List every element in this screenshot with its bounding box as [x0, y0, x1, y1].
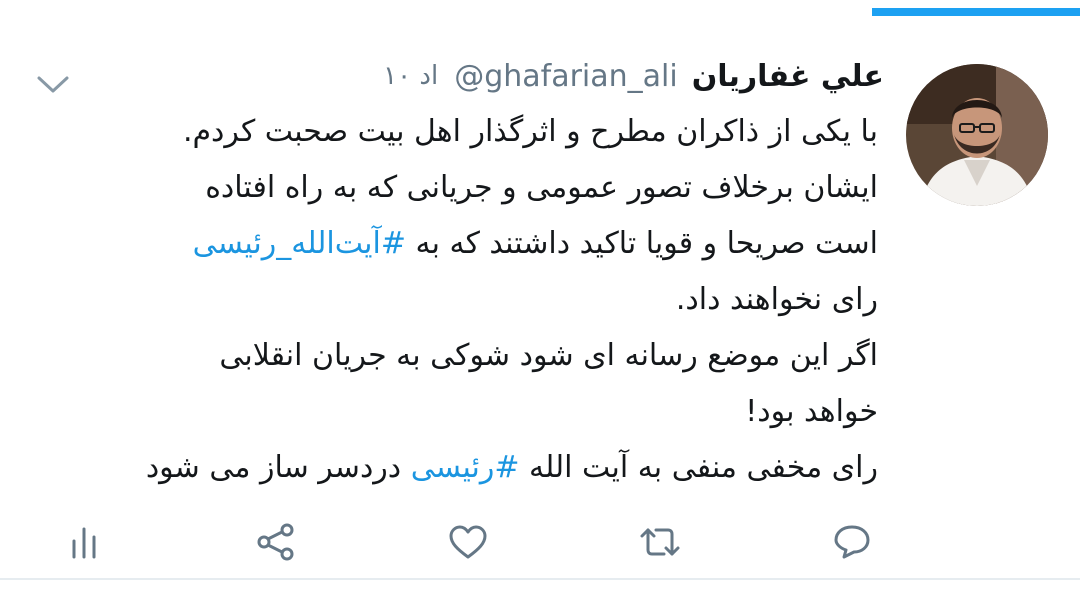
retweet-icon [640, 528, 680, 556]
hashtag-link[interactable]: #آیت‌الله_رئیسی [193, 226, 406, 261]
tweet-text-line: رای مخفی منفی به آیت الله #رئیسی دردسر س… [38, 440, 878, 496]
tweet-text-segment: دردسر ساز می شود [145, 450, 411, 485]
avatar-image [906, 64, 1048, 206]
chevron-down-icon[interactable] [36, 74, 70, 96]
tweet-text-line: با یکی از ذاکران مطرح و اثرگذار اهل بیت … [182, 114, 878, 149]
tweet-card[interactable]: علي غفاريان @ghafarian_ali ۱۰ اد با یکی … [0, 16, 1080, 576]
tweet-text-segment: رای مخفی منفی به آیت الله [519, 450, 878, 485]
tweet-text: با یکی از ذاکران مطرح و اثرگذار اهل بیت … [38, 104, 878, 496]
tweet-text-line: است صریحا و قویا تاکید داشتند که به #آیت… [38, 216, 878, 272]
like-button[interactable] [446, 520, 490, 564]
reply-button[interactable] [830, 520, 874, 564]
share-icon [257, 523, 294, 561]
analytics-icon [72, 527, 96, 559]
tweet-text-line: ایشان برخلاف تصور عمومی و جریانی که به ر… [205, 170, 878, 205]
tweet-divider [0, 578, 1080, 580]
tweet-header: علي غفاريان @ghafarian_ali ۱۰ اد [383, 54, 884, 98]
avatar[interactable] [906, 64, 1048, 206]
active-tab-indicator [872, 8, 1080, 16]
tweet-text-segment: است صریحا و قویا تاکید داشتند که به [406, 226, 878, 261]
tweet-timestamp[interactable]: ۱۰ اد [383, 61, 438, 91]
hashtag-link[interactable]: #رئیسی [411, 450, 520, 485]
share-button[interactable] [254, 520, 298, 564]
tweet-text-line: اگر این موضع رسانه ای شود شوکی به جریان … [219, 338, 878, 373]
reply-icon [834, 525, 870, 559]
tweet-text-line: رای نخواهند داد. [675, 282, 878, 317]
display-name[interactable]: علي غفاريان [692, 59, 884, 94]
retweet-button[interactable] [638, 520, 682, 564]
tweet-text-line: خواهد بود! [745, 394, 878, 429]
tweet-screen: علي غفاريان @ghafarian_ali ۱۰ اد با یکی … [0, 0, 1080, 590]
tweet-actions [0, 512, 1080, 572]
user-handle[interactable]: @ghafarian_ali [454, 59, 678, 94]
analytics-button[interactable] [62, 520, 106, 564]
like-icon [449, 525, 487, 559]
